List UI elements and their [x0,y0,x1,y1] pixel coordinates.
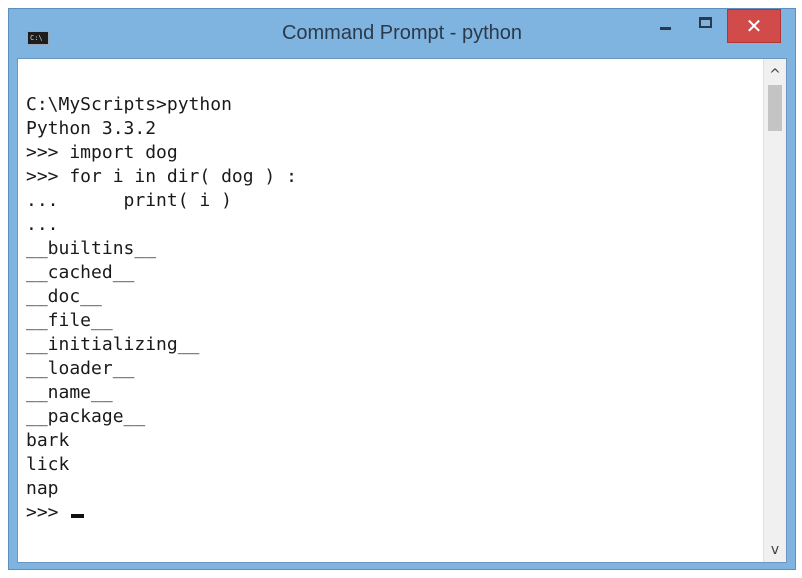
console-line: __builtins__ [26,238,157,259]
console-line: >>> for i in dir( dog ) : [26,166,297,187]
console-line: nap [26,478,59,499]
console-line: __name__ [26,382,113,403]
console-area[interactable]: C:\MyScripts>python Python 3.3.2 >>> imp… [17,58,787,563]
console-line: __package__ [26,406,146,427]
vertical-scrollbar[interactable]: ^ v [763,59,786,562]
title-bar[interactable]: C:\ Command Prompt - python ✕ [9,9,795,59]
console-line: ... [26,214,59,235]
prompt-text: >>> [26,502,70,523]
console-line: Python 3.3.2 [26,118,157,139]
scroll-thumb[interactable] [768,85,782,131]
console-line: __file__ [26,310,113,331]
text-cursor [71,514,85,518]
console-line: >>> import dog [26,142,178,163]
scroll-up-icon[interactable]: ^ [764,67,786,83]
console-line: __doc__ [26,286,102,307]
close-icon: ✕ [745,14,763,38]
prompt-line[interactable]: >>> [26,501,297,525]
maximize-button[interactable] [689,9,723,43]
console-line: __cached__ [26,262,135,283]
console-line: __loader__ [26,358,135,379]
console-line: lick [26,454,70,475]
console-line: ... print( i ) [26,190,232,211]
console-line: C:\MyScripts>python [26,94,232,115]
minimize-button[interactable] [649,9,683,43]
console-line: __initializing__ [26,334,200,355]
close-button[interactable]: ✕ [727,9,781,43]
scroll-down-icon[interactable]: v [764,542,786,558]
command-prompt-window: C:\ Command Prompt - python ✕ C:\MyScrip… [8,8,796,570]
console-line: bark [26,430,70,451]
console-output: C:\MyScripts>python Python 3.3.2 >>> imp… [26,93,297,525]
